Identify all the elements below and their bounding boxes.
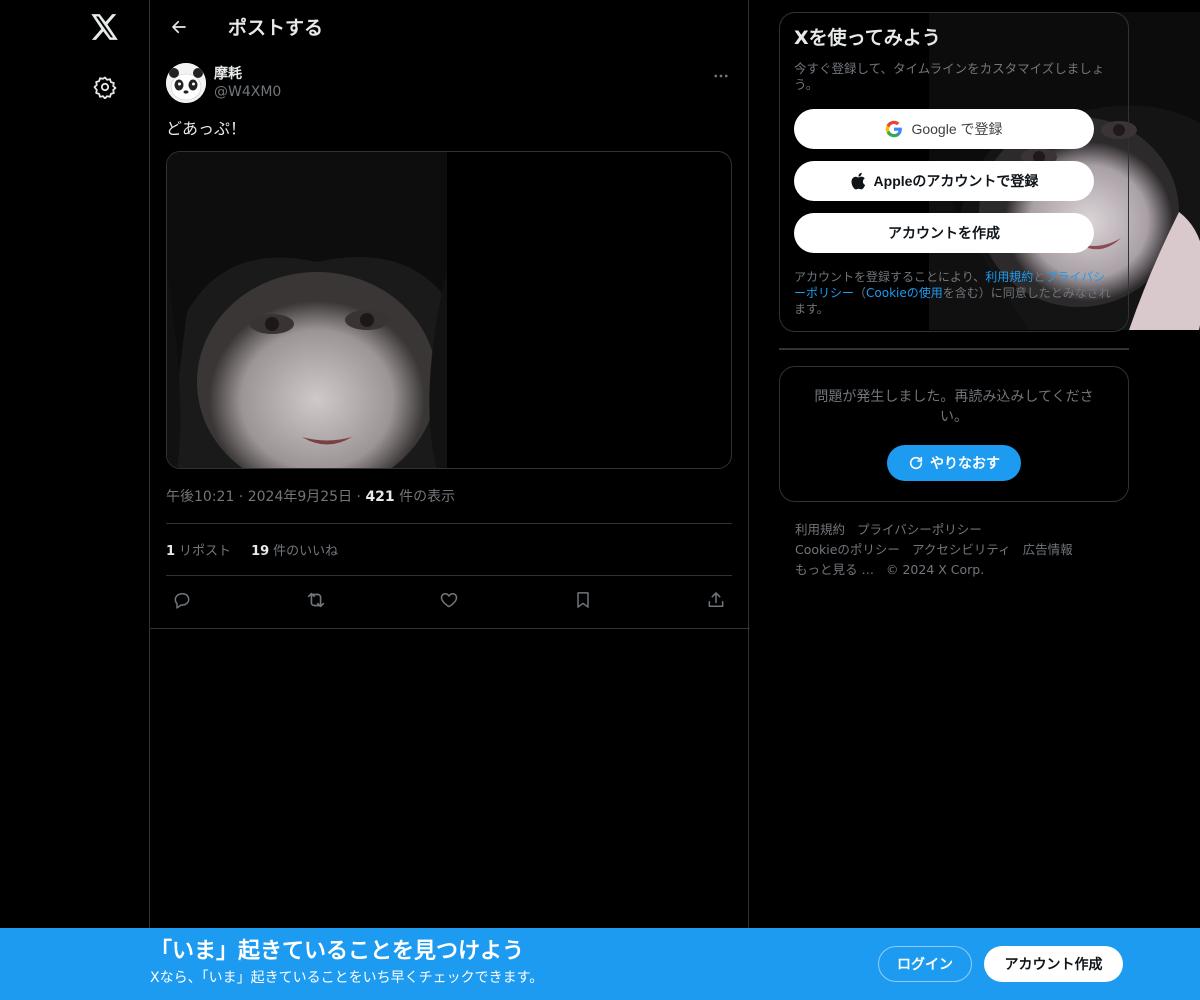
reposts-label: リポスト xyxy=(179,544,232,559)
post-media xyxy=(166,12,1200,469)
post-text: どあっぷ！ xyxy=(166,119,247,138)
post-photo-1[interactable] xyxy=(167,152,449,468)
legal-and: と xyxy=(1033,270,1046,284)
post-header: ポストする xyxy=(150,0,748,53)
create-account-button[interactable]: アカウントを作成 xyxy=(794,213,1094,253)
page-title: ポストする xyxy=(228,17,324,39)
post-time[interactable]: 午後10:21 xyxy=(166,489,234,505)
repost-icon[interactable] xyxy=(304,588,328,612)
divider xyxy=(150,628,750,629)
apple-icon xyxy=(850,172,866,190)
reply-icon[interactable] xyxy=(170,588,194,612)
cookie-link[interactable]: Cookieの使用 xyxy=(866,286,943,300)
likes-count: 19 xyxy=(251,544,270,559)
right-sidebar: Xを使ってみよう 今すぐ登録して、タイムラインをカスタマイズしましょう。 Goo… xyxy=(779,12,1129,580)
post-stats: 1 リポスト 19 件のいいね xyxy=(166,523,732,576)
retry-button[interactable]: やりなおす xyxy=(887,445,1021,481)
views-count: 421 xyxy=(365,489,395,505)
main-column: ポストする 摩耗 @W4XM0 どあっぷ！ 午後10:21 · 2024年9月2… xyxy=(149,0,1200,1000)
post-date[interactable]: 2024年9月25日 xyxy=(248,489,352,505)
copyright: © 2024 X Corp. xyxy=(885,562,985,577)
footer-link[interactable]: 広告情報 xyxy=(1023,542,1073,557)
author-handle[interactable]: @W4XM0 xyxy=(214,83,281,101)
legal-prefix: アカウントを登録することにより、 xyxy=(794,270,986,284)
signup-title: Xを使ってみよう xyxy=(794,27,941,49)
bookmark-icon[interactable] xyxy=(571,588,595,612)
footer-link[interactable]: 利用規約 xyxy=(795,522,845,537)
reposts-stat[interactable]: 1 リポスト xyxy=(166,540,231,559)
share-icon[interactable] xyxy=(704,588,728,612)
error-message: 問題が発生しました。再読み込みしてください。 xyxy=(814,389,1094,425)
apple-signup-label: Appleのアカウントで登録 xyxy=(873,173,1039,189)
footer-link[interactable]: プライバシーポリシー xyxy=(857,522,982,537)
legal-paren: （ xyxy=(854,286,867,300)
apple-signup-button[interactable]: Appleのアカウントで登録 xyxy=(794,161,1094,201)
x-logo-icon[interactable] xyxy=(86,8,124,46)
footer-link[interactable]: もっと見る … xyxy=(795,562,874,577)
banner-title: 「いま」起きていることを見つけよう xyxy=(150,939,525,964)
google-signup-label: Google で登録 xyxy=(911,121,1003,137)
signup-subtitle: 今すぐ登録して、タイムラインをカスタマイズしましょう。 xyxy=(794,61,1105,92)
post-meta: 午後10:21 · 2024年9月25日 · 421 件の表示 xyxy=(166,487,732,507)
post-author-row: 摩耗 @W4XM0 xyxy=(166,63,732,107)
post: 摩耗 @W4XM0 どあっぷ！ 午後10:21 · 2024年9月25日 · 4… xyxy=(150,12,1200,624)
divider xyxy=(779,348,1129,350)
error-card: 問題が発生しました。再読み込みしてください。 やりなおす xyxy=(779,366,1129,502)
login-button[interactable]: ログイン xyxy=(878,946,972,982)
avatar[interactable] xyxy=(166,63,206,103)
more-options-icon[interactable] xyxy=(710,65,732,87)
footer-link[interactable]: Cookieのポリシー xyxy=(795,542,900,557)
reposts-count: 1 xyxy=(166,544,176,559)
author-name[interactable]: 摩耗 xyxy=(214,65,281,83)
views-label: 件の表示 xyxy=(399,489,456,505)
retry-label: やりなおす xyxy=(930,456,1000,472)
terms-link[interactable]: 利用規約 xyxy=(985,270,1033,284)
likes-stat[interactable]: 19 件のいいね xyxy=(251,540,338,559)
footer-link[interactable]: アクセシビリティ xyxy=(912,542,1011,557)
refresh-icon xyxy=(908,455,924,471)
post-actions xyxy=(166,576,732,624)
banner-subtitle: Xなら、「いま」起きていることをいち早くチェックできます。 xyxy=(150,970,544,986)
back-arrow-icon[interactable] xyxy=(168,16,190,38)
left-nav xyxy=(0,0,150,1000)
like-heart-icon[interactable] xyxy=(437,588,461,612)
google-signup-button[interactable]: Google で登録 xyxy=(794,109,1094,149)
author-text: 摩耗 @W4XM0 xyxy=(214,63,281,101)
google-icon xyxy=(885,120,903,138)
settings-gear-icon[interactable] xyxy=(86,68,124,106)
footer-links: 利用規約 プライバシーポリシー Cookieのポリシー アクセシビリティ 広告情報 も… xyxy=(779,520,1129,580)
signup-card: Xを使ってみよう 今すぐ登録して、タイムラインをカスタマイズしましょう。 Goo… xyxy=(779,12,1129,332)
likes-label: 件のいいね xyxy=(273,544,339,559)
banner-create-account-button[interactable]: アカウント作成 xyxy=(984,946,1123,982)
signup-legal: アカウントを登録することにより、利用規約とプライバシーポリシー（Cookieの使… xyxy=(794,269,1114,317)
meta-separator: · xyxy=(238,489,248,505)
